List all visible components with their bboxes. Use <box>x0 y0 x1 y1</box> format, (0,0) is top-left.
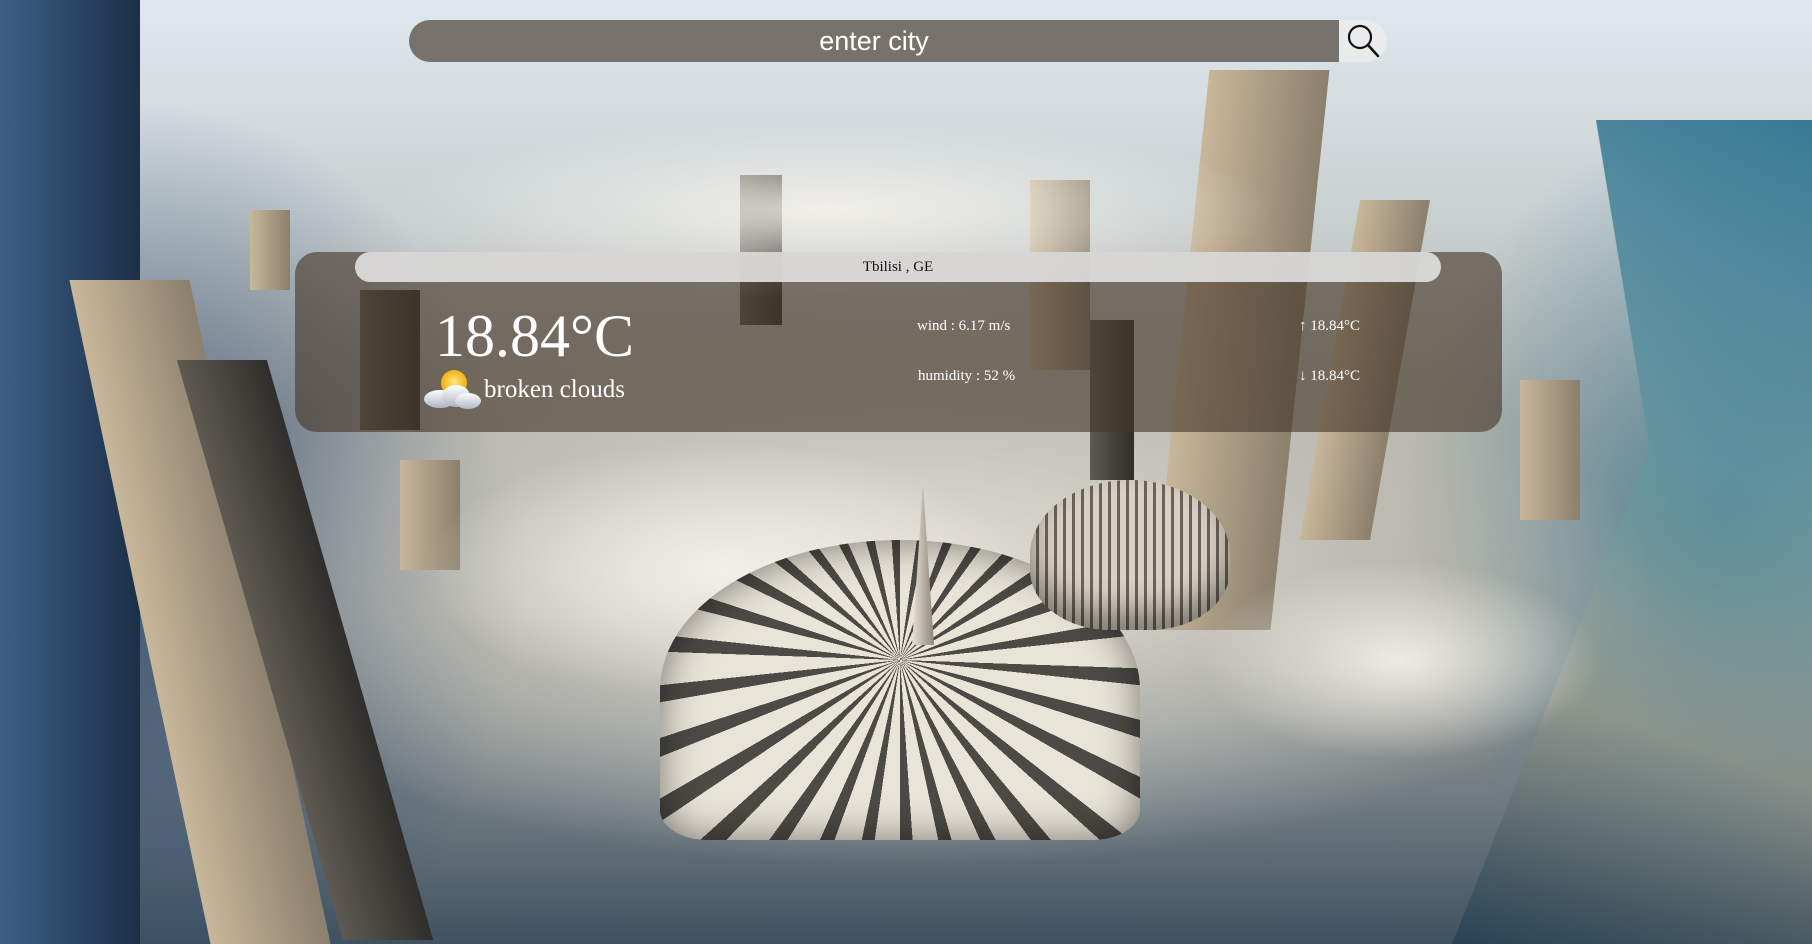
search-button[interactable] <box>1339 20 1387 62</box>
city-search-input[interactable] <box>409 20 1339 62</box>
wind-speed: wind : 6.17 m/s <box>917 318 1011 334</box>
min-temperature: ↓ 18.84°C <box>1299 368 1361 384</box>
search-bar <box>409 20 1387 62</box>
fog-decoration <box>1200 560 1600 760</box>
condition-label: broken clouds <box>484 376 625 403</box>
partly-cloudy-icon <box>424 370 481 409</box>
building-decoration <box>250 210 290 290</box>
weather-card: Tbilisi , GE 18.84°C broken clouds wind … <box>295 252 1502 432</box>
location-label: Tbilisi , GE <box>355 252 1441 282</box>
app-background: Tbilisi , GE 18.84°C <box>0 0 1812 944</box>
max-temperature: ↑ 18.84°C <box>1299 318 1361 334</box>
coastline-decoration <box>1452 120 1812 944</box>
building-decoration <box>1520 380 1580 520</box>
humidity: humidity : 52 % <box>918 368 1016 384</box>
search-icon <box>1347 24 1380 58</box>
dome-decoration <box>1030 480 1230 630</box>
weather-condition: broken clouds <box>420 366 625 414</box>
current-temperature: 18.84°C <box>435 303 635 369</box>
location-text: Tbilisi , GE <box>862 258 934 275</box>
